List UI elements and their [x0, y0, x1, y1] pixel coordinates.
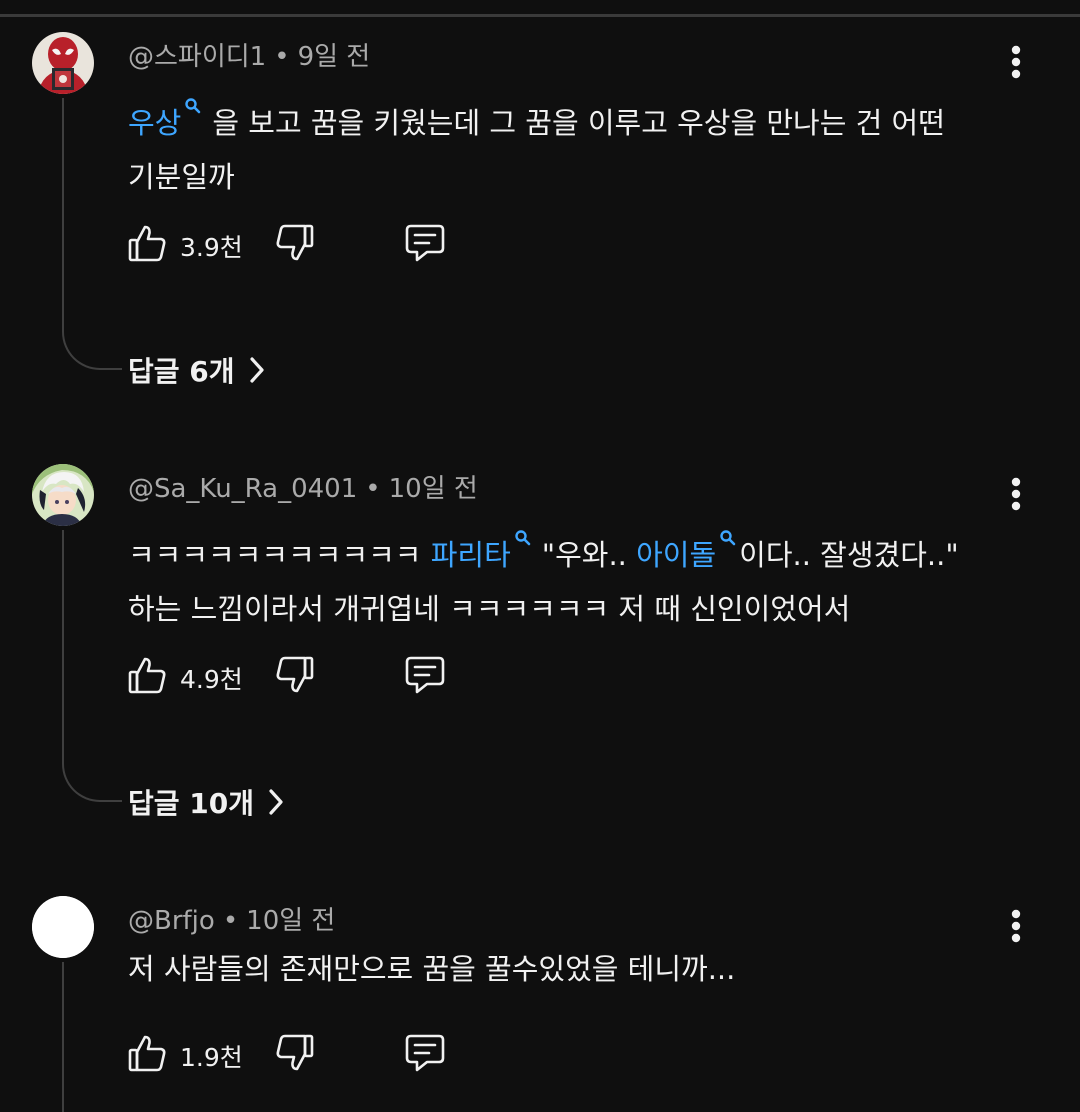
comment-text: ㅋㅋㅋㅋㅋㅋㅋㅋㅋㅋㅋ 파리타 "우와.. 아이돌 이다.. 잘생겼다.." 하는 … [128, 510, 988, 636]
comment-line: 하는 느낌이라서 개귀엽네 ㅋㅋㅋㅋㅋㅋ 저 때 신인이었어서 [128, 592, 851, 626]
default-white-avatar-icon [32, 896, 94, 958]
comment-actions: 4.9천 [124, 650, 464, 700]
chevron-right-icon [268, 788, 284, 816]
thumbs-up-icon [128, 225, 166, 262]
thumbs-down-icon [276, 224, 314, 261]
keyword-link[interactable]: 아이돌 [636, 538, 716, 572]
like-count: 1.9천 [180, 1043, 243, 1072]
avatar[interactable] [32, 464, 94, 526]
comment-meta: @Sa_Ku_Ra_0401 • 10일 전 [128, 468, 478, 505]
thumbs-down-icon [276, 1034, 314, 1071]
chevron-right-icon [249, 356, 265, 384]
more-options-button[interactable] [996, 470, 1036, 518]
comment-text: 우상 을 보고 꿈을 키웠는데 그 꿈을 이루고 우상을 만나는 건 어떤 기분일… [128, 78, 988, 204]
thumbs-up-icon [128, 657, 166, 694]
reply-icon [405, 656, 445, 694]
like-count: 3.9천 [180, 233, 243, 262]
keyword-link[interactable]: 우상 [128, 106, 181, 140]
comment-time[interactable]: 9일 전 [298, 42, 371, 72]
keyword-link[interactable]: 파리타 [431, 538, 511, 572]
replies-label: 답글 6개 [128, 355, 235, 388]
reply-icon [405, 1034, 445, 1072]
like-button[interactable] [124, 218, 170, 268]
comment-line: ㅋㅋㅋㅋㅋㅋㅋㅋㅋㅋㅋ 파리타 "우와.. 아이돌 이다.. 잘생겼다.." [128, 510, 988, 582]
more-vert-icon [1011, 45, 1021, 79]
comment-actions: 3.9천 [124, 218, 464, 268]
comment-text-segment: ㅋㅋㅋㅋㅋㅋㅋㅋㅋㅋㅋ [128, 538, 422, 572]
avatar[interactable] [32, 32, 94, 94]
author-handle[interactable]: @Brfjo [128, 906, 215, 936]
comment-meta: @스파이디1 • 9일 전 [128, 36, 370, 73]
reply-thread-line [62, 530, 122, 802]
comment-line: 우상 을 보고 꿈을 키웠는데 그 꿈을 이루고 우상을 만나는 건 어떤 [128, 78, 988, 150]
comment-meta: @Brfjo • 10일 전 [128, 900, 335, 937]
meta-separator: • [222, 906, 239, 936]
top-divider [0, 14, 1080, 17]
meta-separator: • [365, 474, 381, 504]
author-handle[interactable]: @Sa_Ku_Ra_0401 [128, 474, 357, 504]
meta-separator: • [274, 42, 290, 72]
spiderman-avatar-icon [32, 32, 94, 94]
reply-thread-line [62, 98, 122, 370]
search-icon[interactable] [514, 510, 532, 564]
anime-character-avatar-icon [32, 464, 94, 526]
like-count: 4.9천 [180, 665, 243, 694]
comment-actions: 1.9천 [124, 1028, 464, 1078]
like-button[interactable] [124, 1028, 170, 1078]
dislike-button[interactable] [272, 1028, 318, 1078]
comment-text-segment: "우와.. [541, 538, 627, 572]
comment-text-segment: 을 보고 꿈을 키웠는데 그 꿈을 이루고 우상을 만나는 건 어떤 [212, 106, 945, 140]
dislike-button[interactable] [272, 650, 318, 700]
thumbs-down-icon [276, 656, 314, 693]
view-replies-button[interactable]: 답글 6개 [128, 350, 265, 390]
replies-label: 답글 10개 [128, 787, 254, 820]
view-replies-button[interactable]: 답글 10개 [128, 782, 284, 822]
more-vert-icon [1011, 477, 1021, 511]
search-icon[interactable] [719, 510, 737, 564]
reply-button[interactable] [402, 650, 448, 700]
author-handle[interactable]: @스파이디1 [128, 42, 266, 72]
avatar[interactable] [32, 896, 94, 958]
comment-text: 저 사람들의 존재만으로 꿈을 꿀수있었을 테니까... [128, 942, 988, 996]
more-options-button[interactable] [996, 38, 1036, 86]
comment-text-segment: 이다.. 잘생겼다.." [739, 538, 959, 572]
comment-line: 기분일까 [128, 160, 235, 194]
dislike-button[interactable] [272, 218, 318, 268]
comment-time[interactable]: 10일 전 [389, 474, 478, 504]
search-icon[interactable] [184, 78, 202, 132]
like-button[interactable] [124, 650, 170, 700]
comment-time[interactable]: 10일 전 [246, 906, 335, 936]
more-vert-icon [1011, 909, 1021, 943]
thumbs-up-icon [128, 1035, 166, 1072]
reply-thread-line [62, 962, 122, 1112]
reply-button[interactable] [402, 1028, 448, 1078]
more-options-button[interactable] [996, 902, 1036, 950]
reply-button[interactable] [402, 218, 448, 268]
comment-line: 저 사람들의 존재만으로 꿈을 꿀수있었을 테니까... [128, 952, 736, 986]
reply-icon [405, 224, 445, 262]
